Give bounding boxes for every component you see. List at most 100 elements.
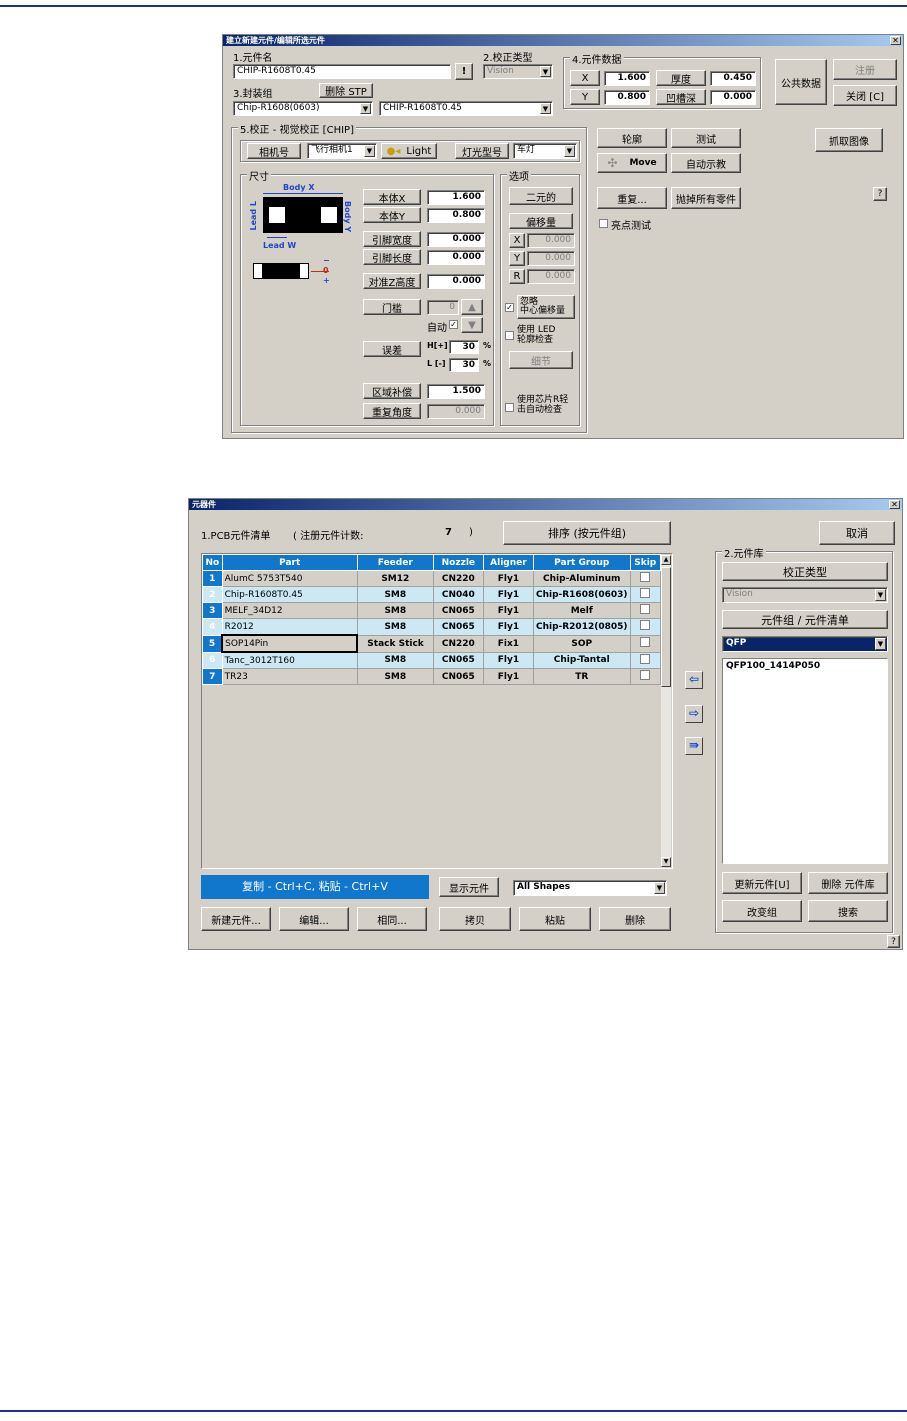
- row-part[interactable]: AlumC 5753T540: [221, 570, 358, 587]
- row-part[interactable]: Chip-R1608T0.45: [221, 586, 358, 603]
- tolerance-button[interactable]: 误差: [363, 341, 421, 357]
- row-feeder[interactable]: SM8: [356, 618, 434, 636]
- part-name-info-button[interactable]: !: [455, 63, 473, 80]
- light-type-select[interactable]: 车灯 ▼: [513, 143, 577, 159]
- repeat-angle-button[interactable]: 重复角度: [363, 403, 421, 419]
- group-list-button[interactable]: 元件组 / 元件清单: [722, 610, 888, 629]
- area-comp-button[interactable]: 区域补偿: [363, 383, 421, 399]
- lead-width-button[interactable]: 引脚宽度: [363, 231, 421, 247]
- row-nozzle[interactable]: CN065: [432, 618, 484, 636]
- repeat-button[interactable]: 重复...: [597, 187, 667, 209]
- paste-button[interactable]: 粘贴: [519, 907, 591, 931]
- table-row[interactable]: 2 Chip-R1608T0.45 SM8 CN040 Fly1 Chip-R1…: [202, 586, 661, 603]
- lead-length-button[interactable]: 引脚长度: [363, 249, 421, 265]
- skip-checkbox[interactable]: [640, 653, 651, 664]
- align-z-height-button[interactable]: 对准Z高度: [363, 273, 421, 289]
- col-header-no[interactable]: No: [202, 554, 223, 571]
- use-led-checkbox[interactable]: [505, 331, 514, 340]
- row-part-selected[interactable]: SOP14Pin: [221, 634, 359, 653]
- discard-all-parts-button[interactable]: 抛掉所有零件: [671, 187, 741, 209]
- list-item[interactable]: QFP100_1414P050: [726, 661, 884, 671]
- close-button[interactable]: 关闭 [C]: [833, 85, 897, 106]
- align-z-height-input[interactable]: 0.000: [427, 274, 485, 289]
- body-y-button[interactable]: 本体Y: [363, 207, 421, 223]
- bright-test-checkbox[interactable]: [599, 219, 608, 228]
- row-aligner[interactable]: Fly1: [482, 570, 534, 587]
- cancel-button[interactable]: 取消: [819, 521, 895, 545]
- use-chip-checkbox[interactable]: [505, 403, 514, 412]
- common-data-button[interactable]: 公共数据: [775, 59, 827, 105]
- close-icon[interactable]: ✕: [889, 500, 900, 509]
- camera-select[interactable]: 飞行相机1 ▼: [307, 143, 377, 159]
- row-part[interactable]: TR23: [221, 668, 358, 685]
- outline-button[interactable]: 轮廓: [597, 128, 667, 148]
- delete-button[interactable]: 删除: [599, 907, 671, 931]
- row-nozzle[interactable]: CN040: [432, 586, 484, 603]
- table-row[interactable]: 7 TR23 SM8 CN065 Fly1 TR: [202, 668, 661, 685]
- edit-button[interactable]: 编辑...: [279, 907, 349, 931]
- row-nozzle[interactable]: CN065: [432, 651, 484, 669]
- part-name-input[interactable]: CHIP-R1608T0.45: [233, 64, 451, 79]
- y-value-input[interactable]: 0.800: [604, 90, 650, 105]
- recess-input[interactable]: 0.000: [710, 90, 756, 105]
- row-feeder[interactable]: SM8: [356, 651, 434, 669]
- x-value-input[interactable]: 1.600: [604, 71, 650, 86]
- show-parts-select[interactable]: All Shapes ▼: [513, 880, 667, 896]
- row-part-group[interactable]: SOP: [532, 634, 631, 653]
- sort-by-group-button[interactable]: 排序 (按元件组): [503, 521, 671, 545]
- search-button[interactable]: 搜索: [808, 900, 888, 922]
- new-part-button[interactable]: 新建元件...: [201, 907, 271, 931]
- row-nozzle[interactable]: CN220: [432, 634, 484, 653]
- package-select[interactable]: Chip-R1608(0603) ▼: [233, 101, 373, 116]
- skip-checkbox[interactable]: [640, 604, 651, 614]
- arrow-right-icon[interactable]: ⇨: [685, 705, 703, 723]
- row-part-group[interactable]: Chip-R2012(0805): [532, 618, 631, 636]
- same-button[interactable]: 相同...: [357, 907, 427, 931]
- row-part-group[interactable]: Chip-R1608(0603): [532, 586, 631, 603]
- row-feeder[interactable]: SM12: [356, 570, 434, 587]
- arrow-left-icon[interactable]: ⇦: [685, 671, 703, 689]
- auto-teach-button[interactable]: 自动示教: [671, 153, 741, 173]
- binary-button[interactable]: 二元的: [509, 187, 573, 205]
- row-part[interactable]: Tanc_3012T160: [221, 651, 358, 669]
- auto-checkbox[interactable]: ✓: [449, 320, 458, 329]
- area-comp-input[interactable]: 1.500: [427, 384, 485, 399]
- row-part-group[interactable]: Chip-Tantal: [532, 651, 631, 669]
- row-aligner[interactable]: Fly1: [482, 651, 534, 669]
- table-row[interactable]: 5 SOP14Pin Stack Stick CN220 Fix1 SOP: [202, 634, 661, 653]
- row-nozzle[interactable]: CN065: [432, 602, 484, 619]
- row-aligner[interactable]: Fix1: [482, 634, 534, 653]
- col-header-feeder[interactable]: Feeder: [356, 554, 434, 571]
- row-aligner[interactable]: Fly1: [482, 618, 534, 636]
- offset-button[interactable]: 偏移量: [509, 213, 573, 229]
- copy-button[interactable]: 拷贝: [439, 907, 511, 931]
- row-part[interactable]: MELF_34D12: [221, 602, 358, 619]
- update-part-button[interactable]: 更新元件[U]: [722, 872, 802, 894]
- package-part-select[interactable]: CHIP-R1608T0.45 ▼: [379, 101, 553, 116]
- ignore-center-checkbox[interactable]: ✓: [505, 303, 514, 312]
- col-header-skip[interactable]: Skip: [629, 554, 661, 571]
- row-part-group[interactable]: TR: [532, 668, 631, 685]
- arrow-right-all-icon[interactable]: ⇛: [685, 737, 703, 755]
- row-feeder[interactable]: Stack Stick: [356, 634, 434, 653]
- row-feeder[interactable]: SM8: [356, 602, 434, 619]
- delete-stp-button[interactable]: 删除 STP: [319, 83, 373, 98]
- col-header-part-group[interactable]: Part Group: [532, 554, 631, 571]
- grab-image-button[interactable]: 抓取图像: [815, 128, 883, 152]
- skip-checkbox[interactable]: [640, 588, 651, 598]
- row-nozzle[interactable]: CN065: [432, 668, 484, 685]
- body-y-input[interactable]: 0.800: [427, 208, 485, 223]
- skip-checkbox[interactable]: [640, 637, 651, 647]
- body-x-button[interactable]: 本体X: [363, 189, 421, 205]
- row-nozzle[interactable]: CN220: [432, 570, 484, 587]
- table-row[interactable]: 3 MELF_34D12 SM8 CN065 Fly1 Melf: [202, 602, 661, 619]
- group-select[interactable]: QFP ▼: [722, 636, 888, 652]
- row-feeder[interactable]: SM8: [356, 586, 434, 603]
- delete-library-button[interactable]: 删除 元件库: [808, 872, 888, 894]
- help-button[interactable]: ?: [887, 935, 900, 948]
- register-button[interactable]: 注册: [833, 59, 897, 80]
- row-part-group[interactable]: Melf: [532, 602, 631, 619]
- move-button[interactable]: ✣ Move: [597, 153, 667, 173]
- body-x-input[interactable]: 1.600: [427, 190, 485, 205]
- col-header-nozzle[interactable]: Nozzle: [432, 554, 484, 571]
